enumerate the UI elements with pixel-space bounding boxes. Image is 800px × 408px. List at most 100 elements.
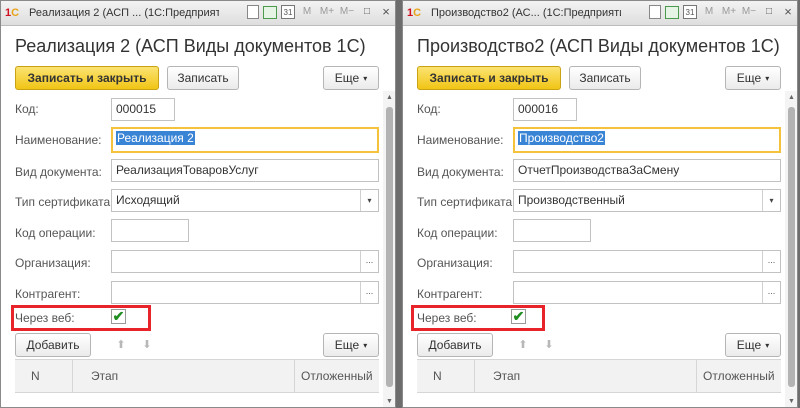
name-field[interactable]: Производство2	[513, 127, 781, 153]
code-field[interactable]: 000016	[513, 98, 577, 121]
m-minus-icon[interactable]: M−	[339, 4, 355, 20]
doctype-label: Вид документа:	[15, 165, 102, 179]
chevron-down-icon: ▾	[363, 74, 368, 83]
save-button[interactable]: Записать	[569, 66, 641, 90]
scroll-down-icon[interactable]: ▼	[383, 395, 395, 407]
web-label: Через веб:	[417, 311, 477, 325]
more-button[interactable]: Еще ▾	[725, 66, 781, 90]
web-checkbox[interactable]: ✔	[111, 309, 126, 324]
code-label: Код:	[15, 102, 39, 116]
name-value: Реализация 2	[116, 131, 195, 145]
scroll-up-icon[interactable]: ▲	[383, 91, 395, 105]
table-more-button[interactable]: Еще ▾	[725, 333, 781, 357]
web-label: Через веб:	[15, 311, 75, 325]
chevron-down-icon: ▾	[765, 74, 770, 83]
column-deferred[interactable]: Отложенный	[295, 360, 379, 392]
window-realizaciya: 1С Реализация 2 (АСП ... (1С:Предприятие…	[0, 0, 396, 408]
web-checkbox[interactable]: ✔	[511, 309, 526, 324]
m-minus-icon[interactable]: M−	[741, 4, 757, 20]
more-label: Еще	[334, 71, 360, 85]
close-icon[interactable]: ×	[781, 4, 795, 20]
chevron-down-icon[interactable]: ▾	[762, 190, 780, 211]
save-button[interactable]: Записать	[167, 66, 239, 90]
chevron-down-icon: ▾	[363, 341, 368, 350]
checkmark-icon: ✔	[112, 308, 125, 324]
code-field[interactable]: 000015	[111, 98, 175, 121]
m-icon[interactable]: M	[299, 4, 315, 20]
page-title: Реализация 2 (АСП Виды документов 1С)	[15, 36, 366, 56]
window-title: Производство2 (АС... (1С:Предприятие)	[431, 7, 621, 19]
name-label: Наименование:	[15, 133, 102, 147]
column-stage[interactable]: Этап	[73, 360, 295, 392]
cert-type-select[interactable]: Исходящий ▾	[111, 189, 379, 212]
select-dots-icon[interactable]: ...	[762, 282, 780, 303]
table-icon[interactable]	[263, 5, 277, 19]
org-label: Организация:	[417, 256, 493, 270]
org-label: Организация:	[15, 256, 91, 270]
org-field[interactable]: ...	[111, 250, 379, 273]
name-label: Наименование:	[417, 133, 504, 147]
scrollbar[interactable]: ▲ ▼	[785, 91, 797, 407]
save-and-close-button[interactable]: Записать и закрыть	[15, 66, 159, 90]
m-plus-icon[interactable]: M+	[721, 4, 737, 20]
column-deferred[interactable]: Отложенный	[697, 360, 781, 392]
table-more-button[interactable]: Еще ▾	[323, 333, 379, 357]
move-down-icon[interactable]: ⬇	[135, 334, 159, 356]
column-stage[interactable]: Этап	[475, 360, 697, 392]
doctype-label: Вид документа:	[417, 165, 504, 179]
column-n[interactable]: N	[15, 360, 73, 392]
org-field[interactable]: ...	[513, 250, 781, 273]
opcode-field[interactable]	[513, 219, 591, 242]
code-label: Код:	[417, 102, 441, 116]
window-title: Реализация 2 (АСП ... (1С:Предприятие)	[29, 7, 219, 19]
move-down-icon[interactable]: ⬇	[537, 334, 561, 356]
m-icon[interactable]: M	[701, 4, 717, 20]
checkmark-icon: ✔	[512, 308, 525, 324]
calendar-icon[interactable]: 31	[683, 5, 697, 19]
table-more-label: Еще	[334, 338, 360, 352]
doc-icon[interactable]	[649, 5, 661, 19]
save-and-close-button[interactable]: Записать и закрыть	[417, 66, 561, 90]
add-row-button[interactable]: Добавить	[15, 333, 91, 357]
window-titlebar[interactable]: 1С Производство2 (АС... (1С:Предприятие)…	[403, 1, 797, 26]
select-dots-icon[interactable]: ...	[360, 282, 378, 303]
add-row-button[interactable]: Добавить	[417, 333, 493, 357]
contractor-label: Контрагент:	[15, 287, 81, 301]
maximize-icon[interactable]: □	[359, 4, 375, 20]
table-header: N Этап Отложенный	[417, 359, 781, 393]
close-icon[interactable]: ×	[379, 4, 393, 20]
chevron-down-icon[interactable]: ▾	[360, 190, 378, 211]
name-field[interactable]: Реализация 2	[111, 127, 379, 153]
maximize-icon[interactable]: □	[761, 4, 777, 20]
contractor-field[interactable]: ...	[111, 281, 379, 304]
name-value: Производство2	[518, 131, 605, 145]
scroll-thumb[interactable]	[386, 107, 393, 387]
scroll-up-icon[interactable]: ▲	[785, 91, 797, 105]
doc-icon[interactable]	[247, 5, 259, 19]
select-dots-icon[interactable]: ...	[762, 251, 780, 272]
window-titlebar[interactable]: 1С Реализация 2 (АСП ... (1С:Предприятие…	[1, 1, 395, 26]
doctype-field[interactable]: РеализацияТоваровУслуг	[111, 159, 379, 182]
move-up-icon[interactable]: ⬆	[511, 334, 535, 356]
cert-type-label: Тип сертификата:	[417, 195, 516, 209]
move-up-icon[interactable]: ⬆	[109, 334, 133, 356]
calendar-icon[interactable]: 31	[281, 5, 295, 19]
page-title: Производство2 (АСП Виды документов 1С)	[417, 36, 780, 56]
cert-type-select[interactable]: Производственный ▾	[513, 189, 781, 212]
column-n[interactable]: N	[417, 360, 475, 392]
scroll-down-icon[interactable]: ▼	[785, 395, 797, 407]
opcode-label: Код операции:	[15, 226, 96, 240]
contractor-field[interactable]: ...	[513, 281, 781, 304]
m-plus-icon[interactable]: M+	[319, 4, 335, 20]
opcode-field[interactable]	[111, 219, 189, 242]
1c-logo-icon: 1С	[5, 7, 20, 19]
more-button[interactable]: Еще ▾	[323, 66, 379, 90]
doctype-field[interactable]: ОтчетПроизводстваЗаСмену	[513, 159, 781, 182]
cert-type-value: Производственный	[518, 193, 625, 207]
scrollbar[interactable]: ▲ ▼	[383, 91, 395, 407]
select-dots-icon[interactable]: ...	[360, 251, 378, 272]
table-icon[interactable]	[665, 5, 679, 19]
cert-type-value: Исходящий	[116, 193, 180, 207]
1c-logo-icon: 1С	[407, 7, 422, 19]
scroll-thumb[interactable]	[788, 107, 795, 387]
